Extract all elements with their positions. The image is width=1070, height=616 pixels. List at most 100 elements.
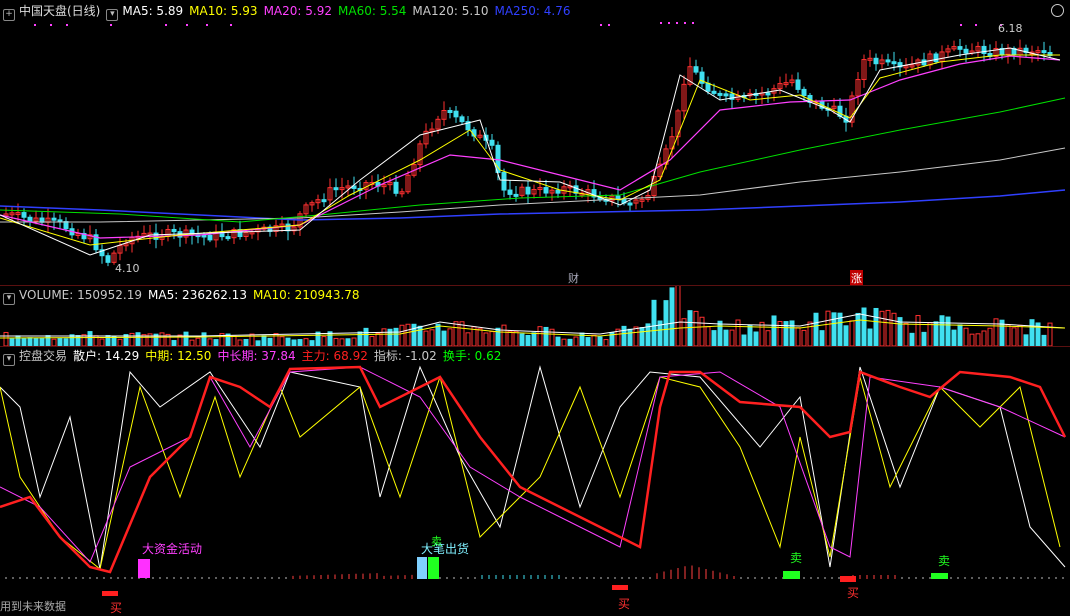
volume-bar: [525, 334, 531, 346]
candle-body: [21, 212, 27, 218]
signal-buy-3: 买: [847, 586, 860, 600]
candle-body: [693, 66, 699, 73]
kongpan-toggle-icon[interactable]: ▾: [3, 354, 15, 366]
buy-bar-3: [840, 576, 856, 582]
volume-bar: [513, 330, 519, 346]
volume-bar: [261, 335, 267, 346]
event-marker-cai[interactable]: 财: [568, 270, 579, 286]
volume-bar: [981, 330, 987, 346]
volume-bar: [507, 330, 513, 346]
volume-bar: [489, 331, 495, 346]
volume-bar: [267, 337, 273, 346]
candle-body: [963, 48, 969, 54]
kongpan-indicator-3: 中长期: 37.84: [217, 349, 296, 363]
candle-body: [765, 92, 771, 96]
signal-sell-2: 卖: [790, 551, 803, 565]
candle-body: [333, 187, 339, 191]
volume-bar: [315, 331, 321, 346]
candle-body: [1041, 50, 1047, 54]
volume-bar: [477, 328, 483, 346]
volume-bar: [363, 327, 369, 346]
candle-body: [795, 79, 801, 90]
volume-bar: [3, 331, 9, 346]
sell-bar-3: [931, 573, 948, 579]
volume-bar: [795, 327, 801, 346]
volume-bar: [63, 338, 69, 346]
volume-bar: [339, 338, 345, 346]
candle-body: [957, 46, 963, 50]
volume-bar: [987, 327, 993, 346]
volume-indicator-1: MA5: 236262.13: [148, 288, 247, 302]
volume-bar: [873, 307, 879, 346]
volume-bar: [9, 338, 15, 346]
candle-body: [459, 116, 465, 123]
volume-bar: [945, 316, 951, 346]
kongpan-indicator-4: 主力: 68.92: [301, 349, 368, 363]
volume-bar: [717, 320, 723, 346]
volume-bar: [321, 336, 327, 346]
volume-bar: [381, 328, 387, 346]
volume-bar: [687, 310, 693, 346]
volume-toggle-icon[interactable]: ▾: [3, 293, 15, 305]
candle-body: [63, 221, 69, 230]
main-chart-panel[interactable]: + 中国天盘(日线) ▾ MA5: 5.89 MA10: 5.93 MA20: 5.92 M…: [0, 0, 1070, 286]
volume-bar: [885, 309, 891, 346]
candle-body: [447, 110, 453, 114]
collapse-toggle-icon[interactable]: +: [3, 9, 15, 21]
volume-bar: [963, 327, 969, 346]
kongpan-indicator-6: 换手: 0.62: [442, 349, 502, 363]
volume-bar: [495, 327, 501, 346]
volume-bar: [621, 325, 627, 346]
signal-dot: [110, 24, 112, 26]
volume-indicator-0: VOLUME: 150952.19: [19, 288, 142, 302]
volume-bar: [675, 286, 681, 346]
candle-body: [513, 193, 519, 197]
volume-bar: [891, 312, 897, 346]
volume-bar: [129, 332, 135, 346]
signal-dot: [206, 24, 208, 26]
candle-body: [801, 88, 807, 96]
signal-big-sell: 大笔出货: [421, 542, 470, 556]
volume-bar: [909, 332, 915, 346]
volume-bar: [813, 312, 819, 346]
candle-body: [885, 59, 891, 63]
buy-bar-2: [612, 585, 628, 590]
volume-bar: [699, 316, 705, 346]
volume-bar: [399, 324, 405, 346]
event-marker-zhang[interactable]: 涨: [850, 270, 863, 286]
signal-dot: [165, 24, 167, 26]
sell-bar-2: [783, 571, 800, 579]
volume-bar: [207, 338, 213, 346]
volume-bar: [303, 338, 309, 346]
signal-sell-1: 卖: [431, 535, 442, 548]
signal-buy-2: 买: [618, 597, 631, 611]
ma120-line: [0, 147, 1066, 223]
volume-bar: [201, 332, 207, 346]
chart-title: 中国天盘(日线): [19, 4, 101, 18]
volume-bar: [465, 332, 471, 346]
volume-bar: [807, 321, 813, 346]
volume-bar: [573, 336, 579, 346]
volume-bar: [597, 336, 603, 346]
volume-bar: [879, 310, 885, 346]
signal-dot: [660, 22, 662, 24]
volume-bar: [51, 338, 57, 346]
volume-bar: [639, 327, 645, 346]
volume-bar: [21, 338, 27, 346]
kongpan-indicator-1: 散户: 14.29: [73, 349, 140, 363]
signal-dot: [608, 24, 610, 26]
volume-bar: [729, 329, 735, 346]
signal-dot: [668, 22, 670, 24]
volume-bar: [681, 318, 687, 346]
ma20-line: [0, 55, 1061, 239]
volume-bar: [849, 320, 855, 346]
settings-toggle-icon[interactable]: ▾: [106, 9, 119, 21]
signal-dot: [676, 22, 678, 24]
signal-dot: [975, 24, 977, 26]
volume-bar: [747, 324, 753, 346]
kongpan-lines: [0, 365, 1067, 596]
volume-panel[interactable]: ▾ VOLUME: 150952.19 MA5: 236262.13 MA10: 21…: [0, 286, 1070, 346]
kongpan-panel[interactable]: ▾ 控盘交易 散户: 14.29 中期: 12.50 中长期: 37.84 主力: 68.…: [0, 347, 1070, 616]
candle-body: [501, 171, 507, 191]
signal-dot: [600, 24, 602, 26]
